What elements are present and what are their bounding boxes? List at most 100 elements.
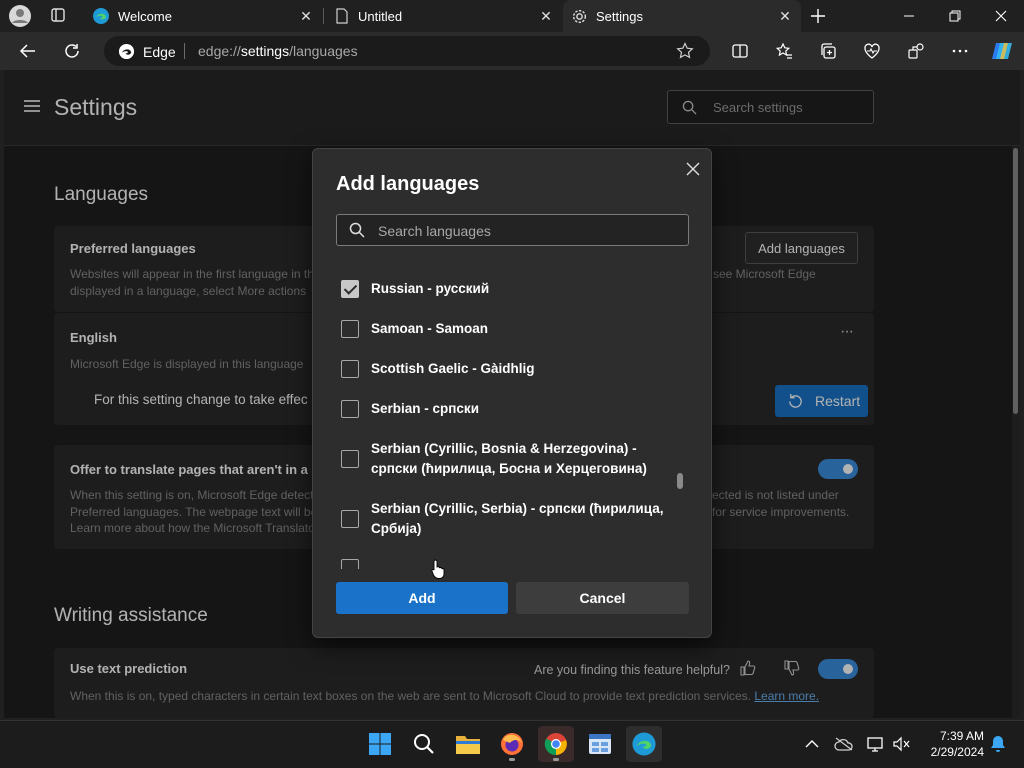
tab-close-icon[interactable]: ✕ [777,8,793,24]
url-host: settings [240,43,290,59]
tab-title: Settings [596,8,643,24]
collections-button[interactable] [812,36,844,66]
tab-title: Welcome [118,8,172,24]
heart-pulse-icon [864,43,880,59]
minimize-icon [904,15,914,17]
restore-button[interactable] [932,0,978,32]
refresh-icon [65,44,79,58]
favorite-star-icon[interactable] [676,42,694,65]
language-option-scottish-gaelic[interactable]: Scottish Gaelic - Gàidhlig [341,359,681,381]
tab-strip: Welcome ✕ Untitled ✕ Settings ✕ [0,0,1024,32]
clock-time: 7:39 AM [939,729,984,743]
browser-essentials-button[interactable] [856,36,888,66]
tab-close-icon[interactable]: ✕ [298,8,314,24]
language-label: Serbian (Cyrillic, Serbia) - српски (ћир… [371,501,664,536]
language-checkbox[interactable] [341,510,359,528]
file-explorer-button[interactable] [450,726,486,762]
cancel-button[interactable]: Cancel [516,582,689,614]
site-identity[interactable]: Edge [118,43,176,60]
more-options-button[interactable] [944,36,976,66]
firefox-button[interactable] [494,726,530,762]
split-screen-button[interactable] [724,36,756,66]
edge-icon [92,7,110,25]
address-bar[interactable]: Edge edge://settings/languages [104,36,710,66]
add-button[interactable]: Add [336,582,508,614]
plus-icon [811,9,825,23]
file-explorer-icon [456,736,480,754]
close-window-button[interactable] [978,0,1024,32]
favorites-button[interactable] [768,36,800,66]
network-icon[interactable] [866,734,886,754]
language-label: Scottish Gaelic - Gàidhlig [371,361,535,376]
language-checkbox[interactable] [341,280,359,298]
url-text[interactable]: edge://settings/languages [198,43,358,59]
search-icon [414,734,434,754]
taskbar-search-button[interactable] [406,726,442,762]
tab-title: Untitled [358,8,403,24]
extensions-button[interactable] [900,36,932,66]
show-hidden-icons-button[interactable] [802,734,822,754]
search-languages-placeholder: Search languages [378,223,491,239]
language-list: Russian - русский Samoan - Samoan Scotti… [313,269,711,569]
dialog-title: Add languages [336,173,480,195]
edge-taskbar-button[interactable] [626,726,662,762]
ellipsis-icon [952,49,968,53]
mouse-cursor-icon [431,558,445,585]
url-prefix: edge:// [198,43,241,59]
back-button[interactable] [12,36,44,66]
site-label: Edge [143,43,176,60]
split-screen-icon [732,44,748,58]
language-label: Russian - русский [371,281,490,296]
edge-icon [632,732,656,756]
restore-icon [949,10,961,22]
system-clock[interactable]: 7:39 AM 2/29/2024 [920,728,984,760]
chrome-button[interactable] [538,726,574,762]
search-icon [349,222,365,243]
new-tab-button[interactable] [808,6,828,26]
tab-close-icon[interactable]: ✕ [538,8,554,24]
dialog-close-button[interactable] [681,157,705,181]
tab-actions-icon[interactable] [50,7,70,25]
gear-icon [571,8,588,25]
tab-welcome[interactable]: Welcome ✕ [84,0,322,32]
page-icon [334,8,350,24]
extensions-icon [908,43,924,59]
minimize-button[interactable] [886,0,932,32]
language-checkbox[interactable] [341,320,359,338]
language-list-scrollbar[interactable] [677,473,683,489]
firefox-icon [501,733,523,755]
onedrive-icon[interactable] [834,734,854,754]
language-checkbox[interactable] [341,450,359,468]
favorites-icon [775,42,792,59]
windows-app-icon [589,734,611,754]
start-button[interactable] [362,726,398,762]
close-icon [686,162,700,176]
address-divider [184,43,185,59]
language-option-serbian-cyrillic-bih[interactable]: Serbian (Cyrillic, Bosnia & Herzegovina)… [341,439,681,481]
language-checkbox[interactable] [341,360,359,378]
language-checkbox[interactable] [341,559,359,569]
volume-muted-icon[interactable] [892,734,912,754]
refresh-button[interactable] [56,36,88,66]
profile-icon [9,5,31,27]
back-arrow-icon [19,44,35,58]
language-option-serbian-cyrillic-serbia[interactable]: Serbian (Cyrillic, Serbia) - српски (ћир… [341,499,681,541]
copilot-button[interactable] [986,36,1018,66]
language-option-serbian[interactable]: Serbian - српски [341,399,681,421]
start-icon [369,733,391,755]
notifications-icon[interactable] [988,734,1008,754]
language-option-russian[interactable]: Russian - русский [341,279,681,301]
close-icon [995,10,1007,22]
chevron-up-icon [805,740,819,748]
profile-avatar[interactable] [8,4,36,28]
language-checkbox[interactable] [341,400,359,418]
tab-settings[interactable]: Settings ✕ [563,0,801,32]
url-path: /languages [289,43,358,59]
search-languages-input[interactable]: Search languages [336,214,689,246]
tab-divider [323,8,324,24]
windows-app-button[interactable] [582,726,618,762]
copilot-icon [992,43,1012,59]
language-option-samoan[interactable]: Samoan - Samoan [341,319,681,341]
language-option-partial[interactable] [341,559,681,569]
tab-untitled[interactable]: Untitled ✕ [326,0,562,32]
